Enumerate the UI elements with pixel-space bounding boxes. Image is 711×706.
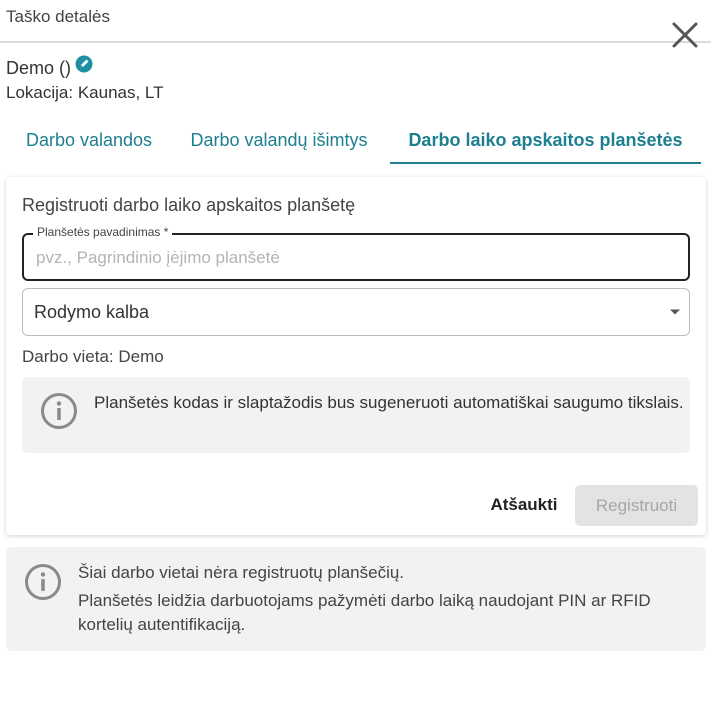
info-icon [41, 393, 77, 429]
tablet-name-field[interactable]: Planšetės pavadinimas * [22, 225, 690, 281]
place-name-row: Demo () [6, 55, 93, 79]
no-tablets-text: Šiai darbo vietai nėra registruotų planš… [78, 563, 405, 582]
workplace-text: Darbo vieta: Demo [22, 347, 164, 366]
security-info-text: Planšetės kodas ir slaptažodis bus sugen… [94, 393, 684, 412]
tablet-name-input[interactable] [36, 247, 676, 269]
close-button[interactable] [668, 18, 702, 52]
register-tablet-card: Registruoti darbo laiko apskaitos planše… [6, 177, 706, 535]
display-language-select[interactable]: Rodymo kalba [22, 288, 690, 336]
tab-working-hours-exceptions[interactable]: Darbo valandų išimtys [184, 118, 374, 164]
tab-time-tablets[interactable]: Darbo laiko apskaitos planšetės [390, 118, 701, 164]
chevron-down-icon [670, 309, 680, 315]
info-icon [25, 564, 61, 600]
place-name: Demo () [6, 58, 72, 78]
close-icon [672, 22, 698, 48]
tablets-description-text: Planšetės leidžia darbuotojams pažymėti … [78, 591, 651, 634]
cancel-button[interactable]: Atšaukti [482, 485, 566, 525]
display-language-value: Rodymo kalba [34, 302, 150, 322]
register-button[interactable]: Registruoti [575, 485, 698, 526]
no-tablets-info-box: Šiai darbo vietai nėra registruotų planš… [6, 547, 706, 651]
dialog-header: Taško detalės [0, 0, 711, 43]
form-title: Registruoti darbo laiko apskaitos planše… [22, 195, 356, 215]
location-text: Lokacija: Kaunas, LT [6, 83, 164, 102]
tab-working-hours[interactable]: Darbo valandos [22, 118, 156, 164]
tab-bar: Darbo valandos Darbo valandų išimtys Dar… [6, 118, 702, 166]
edit-icon[interactable] [75, 55, 93, 73]
dialog-title: Taško detalės [6, 7, 110, 26]
security-info-box: Planšetės kodas ir slaptažodis bus sugen… [22, 377, 690, 453]
tablet-name-label: Planšetės pavadinimas * [33, 225, 173, 239]
